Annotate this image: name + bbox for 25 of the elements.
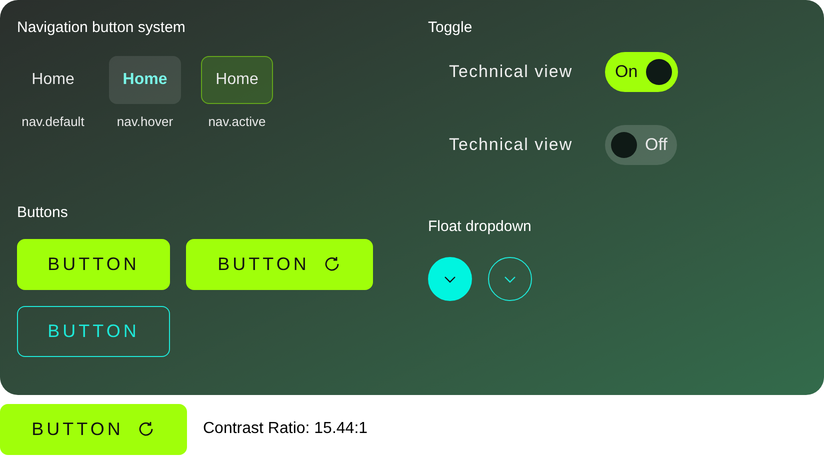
section-title: Float dropdown xyxy=(428,217,532,237)
toggle-label: Technical view xyxy=(449,134,574,156)
dropdown-button[interactable] xyxy=(488,257,532,301)
section-title: Toggle xyxy=(428,18,474,38)
button[interactable]: BUTTON xyxy=(186,238,373,290)
nav-button[interactable]: Home xyxy=(17,56,89,104)
nav-button[interactable]: Home xyxy=(109,56,181,104)
button[interactable]: BUTTON xyxy=(0,404,187,454)
chevron-down-icon xyxy=(444,276,456,282)
toggle-switch[interactable]: On xyxy=(605,52,678,92)
state-caption: nav.hover xyxy=(116,113,174,131)
toggle-switch[interactable]: Off xyxy=(605,125,678,165)
chevron-down-icon xyxy=(504,276,516,282)
section-title: Navigation button system xyxy=(17,18,186,38)
button[interactable]: BUTTON xyxy=(17,306,170,356)
toggle-label: Technical view xyxy=(449,61,574,84)
refresh-icon xyxy=(323,255,342,273)
contrast-ratio-text: Contrast Ratio: 15.44:1 xyxy=(203,419,368,439)
dropdown-button[interactable] xyxy=(428,257,472,301)
section-title: Buttons xyxy=(17,202,69,222)
button[interactable]: BUTTON xyxy=(17,238,170,290)
nav-button[interactable]: Home xyxy=(201,56,273,104)
state-caption: nav.active xyxy=(208,113,266,131)
refresh-icon xyxy=(137,420,156,438)
state-caption: nav.default xyxy=(22,113,84,131)
